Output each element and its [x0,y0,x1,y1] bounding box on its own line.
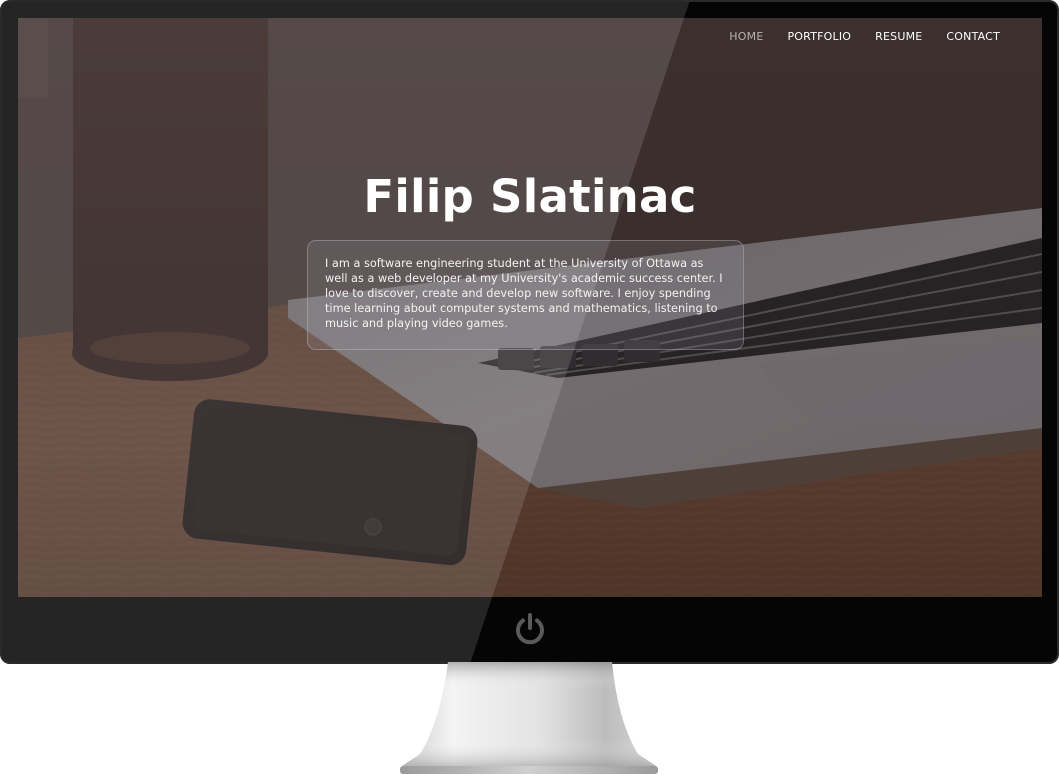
hero-title: Filip Slatinac [363,170,697,223]
nav-link-resume[interactable]: RESUME [863,30,934,43]
monitor: HOME PORTFOLIO RESUME CONTACT Filip Slat… [0,0,1059,664]
device-mockup: HOME PORTFOLIO RESUME CONTACT Filip Slat… [0,0,1059,775]
monitor-stand [400,662,658,774]
top-navigation: HOME PORTFOLIO RESUME CONTACT [717,30,1012,43]
power-icon[interactable] [512,611,548,647]
bio-text-box: I am a software engineering student at t… [307,240,744,350]
nav-link-contact[interactable]: CONTACT [934,30,1012,43]
nav-link-home[interactable]: HOME [717,30,775,43]
website-screen: HOME PORTFOLIO RESUME CONTACT Filip Slat… [18,18,1042,597]
nav-link-portfolio[interactable]: PORTFOLIO [775,30,863,43]
